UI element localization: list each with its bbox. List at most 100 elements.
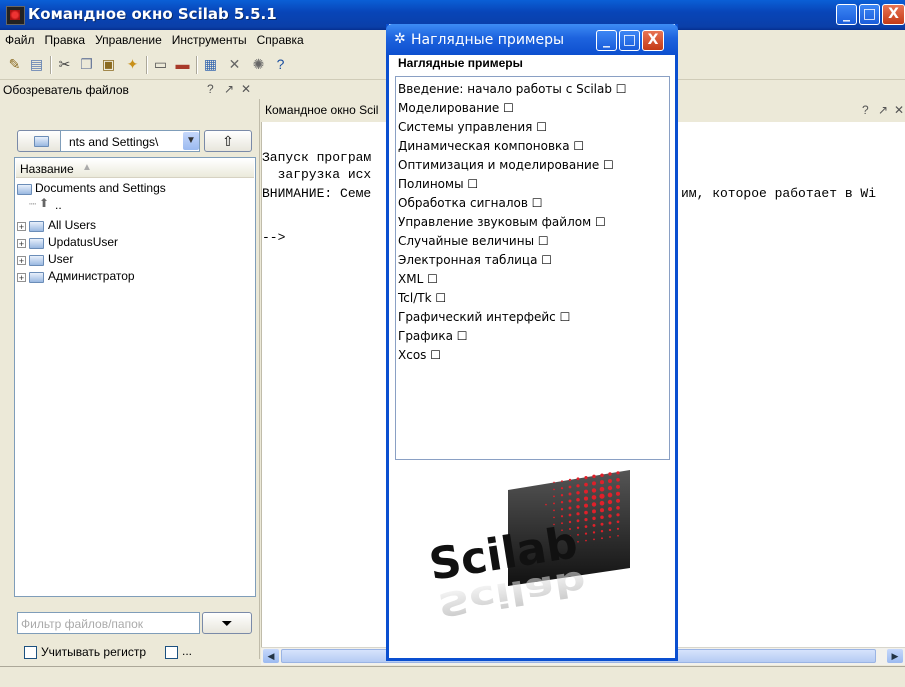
demo-item-xcos[interactable]: Xcos ☐ bbox=[398, 348, 441, 362]
demos-list[interactable]: Введение: начало работы с Scilab ☐ Модел… bbox=[395, 76, 670, 460]
extra-checkbox-label: ... bbox=[182, 644, 193, 658]
demo-item-sound-file[interactable]: Управление звуковым файлом ☐ bbox=[398, 215, 606, 229]
tree-item-administrator[interactable]: Администратор bbox=[48, 269, 135, 283]
logo-dot bbox=[584, 489, 588, 494]
logo-dot bbox=[568, 478, 572, 482]
menu-tools[interactable]: Инструменты bbox=[167, 30, 252, 47]
logo-dot bbox=[609, 536, 611, 538]
expand-icon[interactable]: + bbox=[17, 273, 26, 283]
demos-minimize-button[interactable]: _ bbox=[596, 30, 617, 51]
logo-dot bbox=[553, 488, 555, 491]
menu-help[interactable]: Справка bbox=[252, 30, 309, 47]
close-icon[interactable]: ✕ bbox=[241, 82, 251, 96]
chevron-down-icon[interactable]: ▼ bbox=[183, 132, 199, 150]
console-tab-title: Командное окно Scil bbox=[265, 103, 379, 117]
column-header-name[interactable]: Название ▲ bbox=[16, 159, 254, 178]
demo-item-polynomials[interactable]: Полиномы ☐ bbox=[398, 177, 478, 191]
help-icon[interactable]: ? bbox=[207, 82, 214, 96]
open-file-icon[interactable]: ▤ bbox=[28, 56, 45, 73]
parent-folder-button[interactable]: ⇧ bbox=[204, 130, 252, 152]
tree-item-all-users[interactable]: All Users bbox=[48, 218, 96, 232]
file-tree[interactable]: Название ▲ Documents and Settings ┈ ⬆ ..… bbox=[14, 157, 256, 597]
logo-dot bbox=[592, 516, 596, 521]
logo-dot bbox=[607, 499, 613, 505]
tree-root[interactable]: Documents and Settings bbox=[35, 181, 166, 195]
demo-item-simulation[interactable]: Моделирование ☐ bbox=[398, 101, 514, 115]
demo-item-tcltk[interactable]: Tcl/Tk ☐ bbox=[398, 291, 446, 305]
logo-dot bbox=[576, 484, 580, 488]
path-combobox[interactable]: nts and Settings\ ▼ bbox=[60, 130, 200, 152]
clear-icon[interactable]: ✦ bbox=[124, 56, 141, 73]
demo-item-intro[interactable]: Введение: начало работы с Scilab ☐ bbox=[398, 82, 627, 96]
tree-connector: ┈ bbox=[29, 197, 37, 211]
logo-dot bbox=[616, 498, 620, 503]
demo-item-gui[interactable]: Графический интерфейс ☐ bbox=[398, 310, 570, 324]
scroll-right-icon[interactable]: ▶ bbox=[887, 649, 903, 663]
demo-item-optimization[interactable]: Оптимизация и моделирование ☐ bbox=[398, 158, 614, 172]
minimize-button[interactable]: _ bbox=[836, 4, 857, 25]
logo-dot bbox=[593, 538, 595, 541]
help-icon[interactable]: ? bbox=[862, 103, 869, 117]
demo-item-signal-processing[interactable]: Обработка сигналов ☐ bbox=[398, 196, 543, 210]
tools-icon[interactable]: ✕ bbox=[226, 56, 243, 73]
demo-item-random[interactable]: Случайные величины ☐ bbox=[398, 234, 549, 248]
demo-item-spreadsheet[interactable]: Электронная таблица ☐ bbox=[398, 253, 552, 267]
undock-icon[interactable]: ↗ bbox=[224, 82, 234, 96]
demos-title-bar[interactable]: ✲ Наглядные примеры _ □ X bbox=[386, 24, 678, 55]
console-line-3: ВНИМАНИЕ: Семе bbox=[262, 186, 372, 201]
cut-icon[interactable]: ✂ bbox=[56, 56, 73, 73]
logo-dot bbox=[561, 480, 563, 483]
expand-icon[interactable]: + bbox=[17, 239, 26, 249]
variable-browser-icon[interactable]: ▦ bbox=[202, 56, 219, 73]
file-filter-input[interactable]: Фильтр файлов/папок bbox=[17, 612, 200, 634]
demos-maximize-button[interactable]: □ bbox=[619, 30, 640, 51]
logo-dot bbox=[616, 520, 620, 524]
tree-item-updatususer[interactable]: UpdatusUser bbox=[48, 235, 118, 249]
case-sensitive-label: Учитывать регистр bbox=[41, 645, 147, 659]
logo-dot bbox=[599, 508, 605, 513]
console-line-2: загрузка исх bbox=[262, 167, 372, 182]
printer-icon[interactable]: ▬ bbox=[174, 56, 191, 73]
print-icon[interactable]: ▭ bbox=[152, 56, 169, 73]
demo-item-dynamic-link[interactable]: Динамическая компоновка ☐ bbox=[398, 139, 584, 153]
sort-ascending-icon: ▲ bbox=[82, 162, 92, 173]
folder-icon bbox=[34, 136, 49, 147]
filter-button[interactable]: ⏷ bbox=[202, 612, 252, 634]
folder-icon bbox=[29, 272, 44, 283]
expand-icon[interactable]: + bbox=[17, 222, 26, 232]
tree-item-user[interactable]: User bbox=[48, 252, 73, 266]
console-prompt[interactable]: --> bbox=[262, 230, 285, 245]
copy-icon[interactable]: ❐ bbox=[78, 56, 95, 73]
logo-dot bbox=[591, 488, 597, 493]
help-icon[interactable]: ? bbox=[272, 56, 289, 73]
undock-icon[interactable]: ↗ bbox=[878, 103, 888, 117]
logo-dot bbox=[583, 496, 589, 501]
case-sensitive-checkbox[interactable] bbox=[24, 646, 37, 659]
demos-subtitle: Наглядные примеры bbox=[398, 56, 523, 70]
maximize-button[interactable]: □ bbox=[859, 4, 880, 25]
expand-icon[interactable]: + bbox=[17, 256, 26, 266]
scroll-left-icon[interactable]: ◀ bbox=[263, 649, 279, 663]
logo-dot bbox=[584, 482, 588, 487]
close-button[interactable]: X bbox=[882, 4, 905, 25]
tree-item-up[interactable]: .. bbox=[55, 198, 62, 212]
extra-checkbox[interactable] bbox=[165, 646, 178, 659]
folder-icon bbox=[17, 184, 32, 195]
close-icon[interactable]: ✕ bbox=[894, 103, 904, 117]
console-line-1: Запуск програм bbox=[262, 150, 372, 165]
new-file-icon[interactable]: ✎ bbox=[6, 56, 23, 73]
gear-icon[interactable]: ✺ bbox=[250, 56, 267, 73]
demo-item-graphics[interactable]: Графика ☐ bbox=[398, 329, 468, 343]
menu-edit[interactable]: Правка bbox=[40, 30, 91, 47]
menu-file[interactable]: Файл bbox=[0, 30, 40, 47]
demos-close-button[interactable]: X bbox=[642, 30, 664, 51]
paste-icon[interactable]: ▣ bbox=[100, 56, 117, 73]
demo-item-xml[interactable]: XML ☐ bbox=[398, 272, 438, 286]
logo-dot bbox=[608, 507, 612, 511]
up-arrow-icon: ⬆ bbox=[39, 196, 50, 210]
logo-dot bbox=[592, 474, 596, 479]
demo-item-control-systems[interactable]: Системы управления ☐ bbox=[398, 120, 547, 134]
path-value: nts and Settings\ bbox=[69, 135, 159, 149]
menu-control[interactable]: Управление bbox=[90, 30, 167, 47]
logo-dot bbox=[599, 486, 605, 492]
